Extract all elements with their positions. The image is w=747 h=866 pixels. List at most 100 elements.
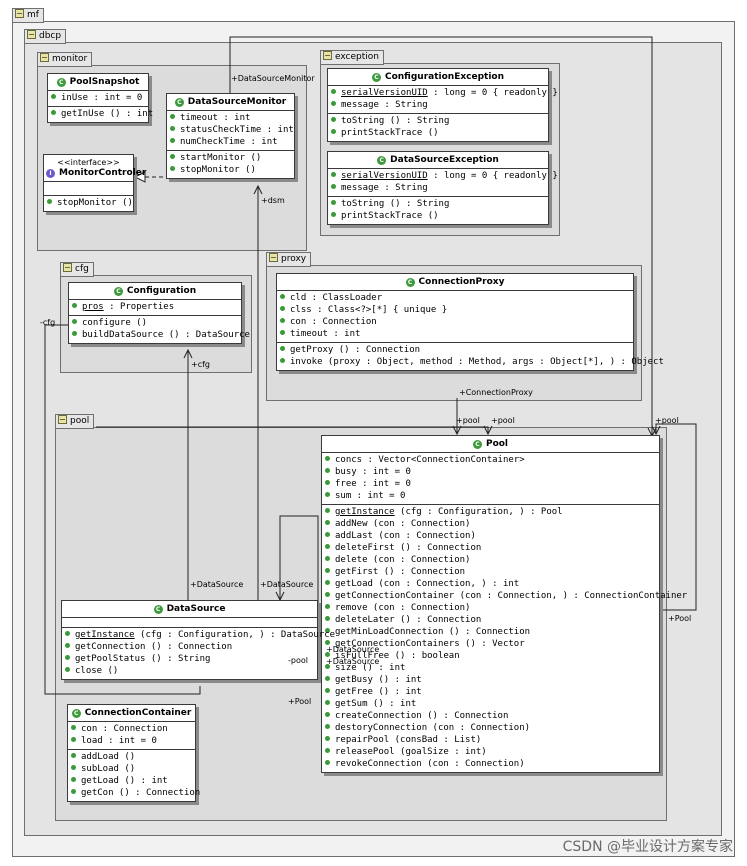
operation-row: configure () bbox=[69, 317, 241, 329]
public-icon bbox=[325, 688, 330, 693]
label-cfg-left: -cfg bbox=[40, 318, 56, 327]
public-icon bbox=[331, 117, 336, 122]
public-icon bbox=[65, 667, 70, 672]
attribute-row: clss : Class<?>[*] { unique } bbox=[277, 304, 633, 316]
public-icon bbox=[71, 753, 76, 758]
operation-row: toString () : String bbox=[328, 115, 548, 127]
public-icon bbox=[325, 700, 330, 705]
package-icon bbox=[58, 415, 67, 424]
attribute-row: timeout : int bbox=[277, 328, 633, 340]
public-icon bbox=[280, 318, 285, 323]
attribute-row: pros : Properties bbox=[69, 301, 241, 313]
public-icon bbox=[71, 737, 76, 742]
class-data-source-exception[interactable]: C DataSourceException serialVersionUID : … bbox=[327, 151, 558, 225]
public-icon bbox=[325, 456, 330, 461]
operation-row: delete (con : Connection) bbox=[322, 554, 659, 566]
operation-section: getInstance (cfg : Configuration, ) : Po… bbox=[322, 505, 687, 772]
class-header: C PoolSnapshot bbox=[48, 74, 148, 91]
attribute-row: statusCheckTime : int bbox=[167, 124, 294, 136]
operation-section: toString () : String printStackTrace () bbox=[328, 114, 548, 141]
operation-row: getInUse () : int bbox=[48, 108, 153, 120]
operation-section: getInUse () : int bbox=[48, 107, 153, 122]
public-icon bbox=[325, 544, 330, 549]
class-icon: C bbox=[377, 156, 387, 165]
public-icon bbox=[325, 724, 330, 729]
operation-row: toString () : String bbox=[328, 198, 548, 210]
operation-row: addNew (con : Connection) bbox=[322, 518, 659, 530]
public-icon bbox=[280, 330, 285, 335]
public-icon bbox=[331, 129, 336, 134]
public-icon bbox=[325, 520, 330, 525]
attribute-section: inUse : int = 0 bbox=[48, 91, 148, 107]
attribute-row: con : Connection bbox=[277, 316, 633, 328]
package-tab-cfg[interactable]: cfg bbox=[60, 262, 94, 277]
package-icon bbox=[323, 51, 332, 60]
class-header: C DataSourceMonitor bbox=[167, 94, 294, 111]
package-tab-dbcp[interactable]: dbcp bbox=[24, 29, 67, 44]
label-cfg: +cfg bbox=[191, 360, 210, 369]
attribute-row: timeout : int bbox=[167, 112, 294, 124]
attribute-row: message : String bbox=[328, 99, 548, 111]
label-pool-b: +pool bbox=[491, 416, 515, 425]
interface-monitor-controler[interactable]: <<interface>> I MonitorControler stopMonit… bbox=[43, 154, 146, 212]
public-icon bbox=[325, 508, 330, 513]
operation-row: getCon () : Connection bbox=[68, 787, 200, 799]
attribute-section: serialVersionUID : long = 0 { readonly }… bbox=[328, 169, 558, 197]
operation-row: getInstance (cfg : Configuration, ) : Po… bbox=[322, 506, 659, 518]
public-icon bbox=[71, 765, 76, 770]
attribute-section: con : Connection load : int = 0 bbox=[68, 722, 195, 750]
operation-section: getInstance (cfg : Configuration, ) : Da… bbox=[62, 628, 335, 679]
public-icon bbox=[331, 200, 336, 205]
package-icon bbox=[63, 263, 72, 272]
public-icon bbox=[170, 126, 175, 131]
attribute-row: message : String bbox=[328, 182, 548, 194]
class-configuration[interactable]: C Configuration pros : Properties configu… bbox=[68, 282, 250, 344]
class-pool-snapshot[interactable]: C PoolSnapshot inUse : int = 0 getInUse (… bbox=[47, 73, 153, 123]
class-header: C DataSource bbox=[62, 601, 317, 618]
class-data-source[interactable]: C DataSource getInstance (cfg : Configura… bbox=[61, 600, 335, 680]
label-data-source-monitor: +DataSourceMonitor bbox=[231, 74, 315, 83]
operation-row: getFree () : int bbox=[322, 686, 659, 698]
class-connection-container[interactable]: C ConnectionContainer con : Connection lo… bbox=[67, 704, 200, 802]
public-icon bbox=[325, 592, 330, 597]
attribute-row: serialVersionUID : long = 0 { readonly } bbox=[328, 170, 558, 182]
package-tab-exception[interactable]: exception bbox=[320, 50, 384, 65]
public-icon bbox=[325, 532, 330, 537]
package-tab-proxy[interactable]: proxy bbox=[266, 252, 312, 267]
class-configuration-exception[interactable]: C ConfigurationException serialVersionUID… bbox=[327, 68, 558, 142]
class-header: C DataSourceException bbox=[328, 152, 548, 169]
class-icon: C bbox=[371, 73, 381, 82]
operation-row: getConnection () : Connection bbox=[62, 641, 317, 653]
public-icon bbox=[325, 556, 330, 561]
package-icon bbox=[15, 9, 24, 18]
class-data-source-monitor[interactable]: C DataSourceMonitor timeout : int statusC… bbox=[166, 93, 295, 179]
operation-row: getFirst () : Connection bbox=[322, 566, 659, 578]
label-pool-a: +pool bbox=[456, 416, 480, 425]
class-connection-proxy[interactable]: C ConnectionProxy cld : ClassLoader clss … bbox=[276, 273, 664, 371]
operation-row: createConnection () : Connection bbox=[322, 710, 659, 722]
package-tab-pool[interactable]: pool bbox=[55, 414, 95, 429]
public-icon bbox=[325, 736, 330, 741]
public-icon bbox=[331, 212, 336, 217]
operation-row: getConnectionContainer (con : Connection… bbox=[322, 590, 687, 602]
operation-row: destoryConnection (con : Connection) bbox=[322, 722, 659, 734]
operation-row: close () bbox=[62, 665, 317, 677]
label-pool-right: +Pool bbox=[668, 614, 692, 623]
operation-row: invoke (proxy : Object, method : Method,… bbox=[277, 356, 664, 368]
package-tab-mf[interactable]: mf bbox=[12, 8, 44, 23]
operation-row: startMonitor () bbox=[167, 152, 294, 164]
label-data-source-b: +DataSource bbox=[260, 580, 314, 589]
public-icon bbox=[51, 110, 56, 115]
operation-section: addLoad () subLoad () getLoad () : int g… bbox=[68, 750, 200, 801]
attribute-row: con : Connection bbox=[68, 723, 195, 735]
operation-row: getProxy () : Connection bbox=[277, 344, 633, 356]
operation-section bbox=[62, 618, 317, 628]
operation-row: getMinLoadConnection () : Connection bbox=[322, 626, 659, 638]
class-pool[interactable]: C Pool concs : Vector<ConnectionContainer… bbox=[321, 435, 687, 773]
label-dsm: +dsm bbox=[261, 196, 285, 205]
package-tab-monitor[interactable]: monitor bbox=[37, 52, 93, 67]
public-icon bbox=[331, 101, 336, 106]
operation-row: buildDataSource () : DataSource bbox=[69, 329, 250, 341]
public-icon bbox=[72, 319, 77, 324]
public-icon bbox=[65, 655, 70, 660]
